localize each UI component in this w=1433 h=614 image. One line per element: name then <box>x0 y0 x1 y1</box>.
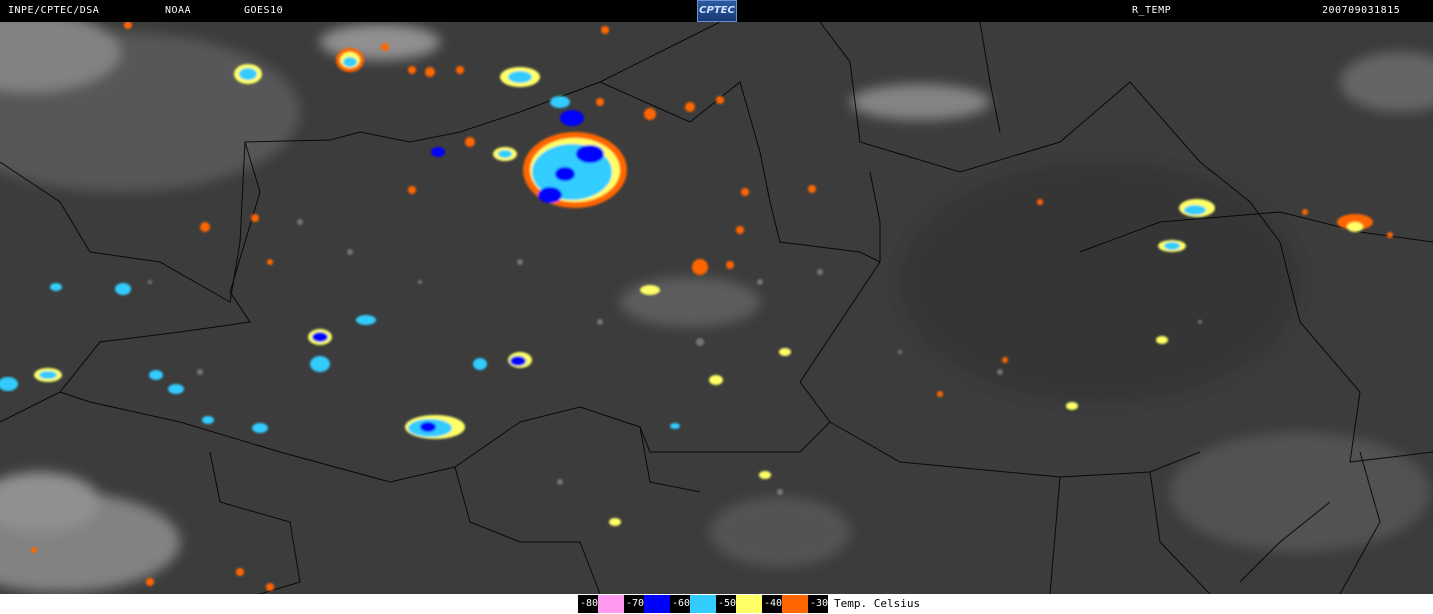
product-label: R_TEMP <box>1132 5 1172 16</box>
datetime-label: 200709031815 <box>1322 5 1401 16</box>
cptec-logo: CPTEC <box>697 0 737 22</box>
legend-value: -70 <box>624 595 644 613</box>
legend-swatch <box>690 595 716 613</box>
legend-value: -40 <box>762 595 782 613</box>
legend-value: -50 <box>716 595 736 613</box>
agency-label: NOAA <box>165 5 192 16</box>
color-legend: -80 -70 -60 -50 -40 -30 Temp. Celsius <box>578 595 920 613</box>
satellite-image-canvas <box>0 22 1433 594</box>
legend-value: -80 <box>578 595 598 613</box>
satellite-label: GOES10 <box>244 5 284 16</box>
legend-bar: -80 -70 -60 -50 -40 -30 Temp. Celsius <box>0 594 1433 614</box>
legend-swatch <box>598 595 624 613</box>
header-bar: INPE/CPTEC/DSA NOAA GOES10 CPTEC R_TEMP … <box>0 0 1433 22</box>
legend-swatch <box>782 595 808 613</box>
institution-label: INPE/CPTEC/DSA <box>8 5 100 16</box>
legend-unit-label: Temp. Celsius <box>834 597 921 610</box>
legend-value: -30 <box>808 595 828 613</box>
legend-swatch <box>736 595 762 613</box>
legend-swatch <box>644 595 670 613</box>
legend-value: -60 <box>670 595 690 613</box>
satellite-image <box>0 22 1433 594</box>
